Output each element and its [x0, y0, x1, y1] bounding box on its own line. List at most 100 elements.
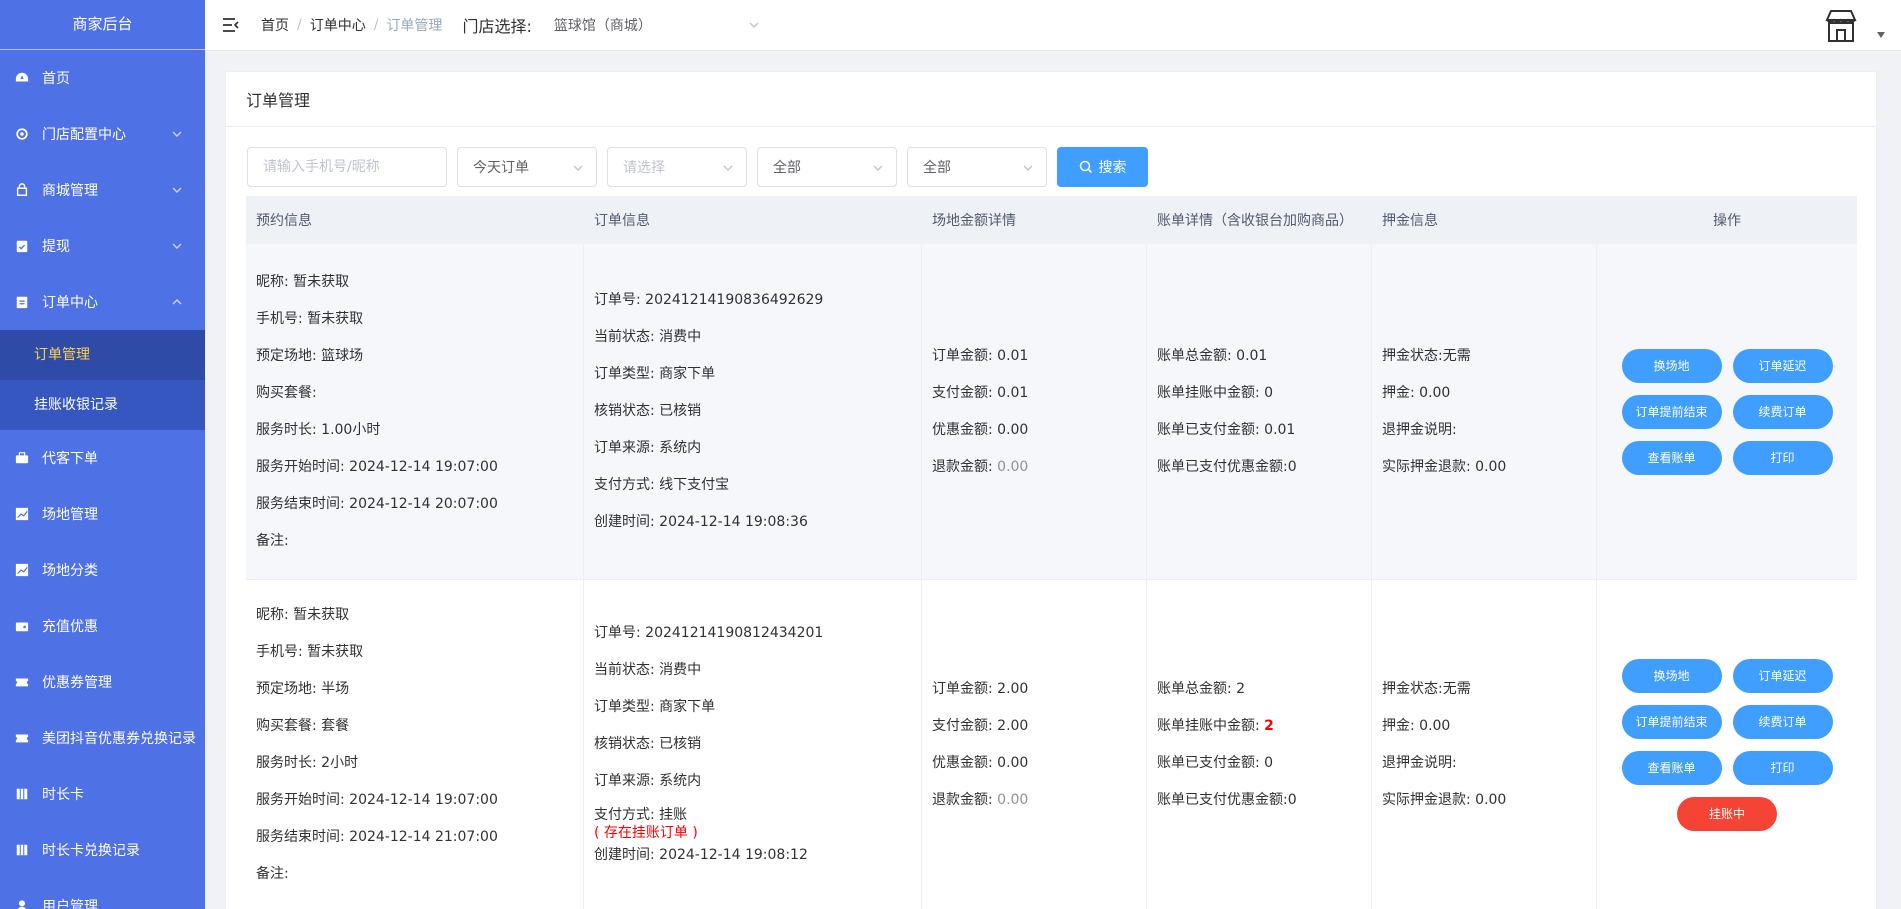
- actions-cell: 换场地 订单延迟 订单提前结束 续费订单 查看账单 打印 挂账中: [1597, 580, 1857, 909]
- discount-amount: 优惠金额: 0.00: [932, 421, 1029, 438]
- search-icon: [1079, 160, 1092, 174]
- shop-icon: [14, 182, 30, 198]
- refund-value: 0.00: [997, 791, 1029, 808]
- breadcrumb-order-center[interactable]: 订单中心: [310, 15, 366, 35]
- sidebar-item-label: 时长卡: [42, 787, 84, 803]
- card-icon: [14, 842, 30, 858]
- phone-nickname-input[interactable]: [247, 147, 447, 187]
- renew-order-button[interactable]: 续费订单: [1732, 704, 1833, 739]
- order-status: 当前状态: 消费中: [594, 662, 702, 678]
- store-select[interactable]: 篮球馆（商城）: [554, 10, 764, 40]
- option-select[interactable]: 请选择: [607, 147, 747, 187]
- order-source: 订单来源: 系统内: [594, 440, 702, 456]
- status-select-1-value: 全部: [773, 160, 801, 176]
- order-payment-method: 支付方式: 挂账 ( 存在挂账订单 ): [594, 800, 921, 841]
- sidebar-item-credit-records[interactable]: 挂账收银记录: [0, 380, 205, 430]
- sidebar-item-label: 优惠券管理: [42, 675, 112, 691]
- sidebar-item-withdraw[interactable]: 提现: [0, 218, 205, 274]
- refund-amount: 退款金额: 0.00: [932, 782, 1146, 819]
- card-icon: [14, 786, 30, 802]
- chevron-down-icon: [723, 165, 733, 171]
- sidebar-item-proxy-order[interactable]: 代客下单: [0, 430, 205, 486]
- chart-icon: [14, 562, 30, 578]
- booking-venue: 预定场地: 篮球场: [256, 347, 364, 364]
- action-buttons: 换场地 订单延迟 订单提前结束 续费订单 查看账单 打印: [1621, 348, 1833, 475]
- deposit-cell: 押金状态:无需 押金: 0.00 退押金说明: 实际押金退款: 0.00: [1372, 580, 1597, 909]
- order-info-cell: 订单号: 20241214190836492629 当前状态: 消费中 订单类型…: [584, 244, 922, 579]
- refund-value: 0.00: [997, 458, 1029, 475]
- breadcrumb-home[interactable]: 首页: [261, 15, 289, 35]
- order-number: 订单号: 20241214190812434201: [594, 625, 824, 641]
- caret-down-icon[interactable]: [1877, 32, 1885, 38]
- col-header-order: 订单信息: [594, 213, 650, 229]
- bill-pending: 账单挂账中金额: 0: [1157, 375, 1371, 412]
- sidebar-item-store-config[interactable]: 门店配置中心: [0, 106, 205, 162]
- chevron-down-icon: [873, 165, 883, 171]
- breadcrumb-separator: /: [297, 17, 302, 33]
- change-venue-button[interactable]: 换场地: [1621, 658, 1722, 693]
- status-select-2[interactable]: 全部: [907, 147, 1047, 187]
- renew-order-button[interactable]: 续费订单: [1732, 394, 1833, 429]
- delay-order-button[interactable]: 订单延迟: [1732, 348, 1833, 383]
- sidebar-item-coupon-exchange[interactable]: 美团抖音优惠券兑换记录: [0, 710, 205, 766]
- sidebar-item-users[interactable]: 用户管理: [0, 878, 205, 909]
- search-button[interactable]: 搜索: [1057, 147, 1148, 187]
- wallet-icon: [14, 618, 30, 634]
- bill-cell: 账单总金额: 0.01 账单挂账中金额: 0 账单已支付金额: 0.01 账单已…: [1147, 244, 1372, 579]
- order-amount: 订单金额: 2.00: [932, 680, 1029, 697]
- store-select-label: 门店选择:: [462, 17, 532, 36]
- sidebar-item-label: 充值优惠: [42, 619, 98, 635]
- chevron-up-icon: [172, 299, 182, 305]
- bill-paid: 账单已支付金额: 0.01: [1157, 421, 1296, 438]
- sidebar-item-home[interactable]: 首页: [0, 50, 205, 106]
- deposit-actual-refund: 实际押金退款: 0.00: [1382, 458, 1507, 475]
- end-order-early-button[interactable]: 订单提前结束: [1621, 704, 1722, 739]
- view-bill-button[interactable]: 查看账单: [1621, 440, 1722, 475]
- sidebar-item-label: 商城管理: [42, 183, 98, 199]
- table-row: 昵称: 暂未获取 手机号: 暂未获取 预定场地: 篮球场 购买套餐: 服务时长:…: [246, 244, 1857, 580]
- top-header: 首页 / 订单中心 / 订单管理 门店选择: 篮球馆（商城）: [205, 0, 1901, 51]
- sidebar-item-venue-management[interactable]: 场地管理: [0, 486, 205, 542]
- booking-phone: 手机号: 暂未获取: [256, 310, 364, 327]
- view-bill-button[interactable]: 查看账单: [1621, 750, 1722, 785]
- sidebar-item-coupons[interactable]: 优惠券管理: [0, 654, 205, 710]
- booking-duration: 服务时长: 1.00小时: [256, 421, 381, 438]
- deposit-refund-note: 退押金说明:: [1382, 421, 1457, 438]
- paid-amount: 支付金额: 2.00: [932, 717, 1029, 734]
- change-venue-button[interactable]: 换场地: [1621, 348, 1722, 383]
- ticket-icon: [14, 674, 30, 690]
- order-number: 订单号: 20241214190836492629: [594, 292, 824, 308]
- user-icon: [14, 898, 30, 909]
- order-source: 订单来源: 系统内: [594, 773, 702, 789]
- sidebar-item-mall[interactable]: 商城管理: [0, 162, 205, 218]
- sidebar-item-venue-category[interactable]: 场地分类: [0, 542, 205, 598]
- print-button[interactable]: 打印: [1732, 440, 1833, 475]
- filter-bar: 今天订单 请选择 全部 全部 搜索: [247, 147, 1148, 187]
- sidebar-item-recharge[interactable]: 充值优惠: [0, 598, 205, 654]
- bill-paid-discount: 账单已支付优惠金额:0: [1157, 791, 1297, 808]
- order-created-time: 创建时间: 2024-12-14 19:08:12: [594, 847, 808, 863]
- store-avatar-icon[interactable]: [1821, 6, 1861, 46]
- deposit-cell: 押金状态:无需 押金: 0.00 退押金说明: 实际押金退款: 0.00: [1372, 244, 1597, 579]
- order-status: 当前状态: 消费中: [594, 329, 702, 345]
- gear-icon: [14, 126, 30, 142]
- date-range-select[interactable]: 今天订单: [457, 147, 597, 187]
- on-credit-button[interactable]: 挂账中: [1677, 796, 1777, 831]
- sidebar-item-order-center[interactable]: 订单中心: [0, 274, 205, 330]
- sidebar-item-time-card-records[interactable]: 时长卡兑换记录: [0, 822, 205, 878]
- paid-amount: 支付金额: 0.01: [932, 384, 1029, 401]
- sidebar-item-label: 代客下单: [42, 451, 98, 467]
- sidebar-item-order-management[interactable]: 订单管理: [0, 330, 205, 380]
- print-button[interactable]: 打印: [1732, 750, 1833, 785]
- end-order-early-button[interactable]: 订单提前结束: [1621, 394, 1722, 429]
- sidebar-item-time-card[interactable]: 时长卡: [0, 766, 205, 822]
- booking-duration: 服务时长: 2小时: [256, 754, 359, 771]
- col-header-bill: 账单详情（含收银台加购商品）: [1157, 213, 1353, 229]
- bill-pending-label: 账单挂账中金额:: [1157, 717, 1265, 734]
- booking-venue: 预定场地: 半场: [256, 680, 350, 697]
- delay-order-button[interactable]: 订单延迟: [1732, 658, 1833, 693]
- sidebar-item-label: 用户管理: [42, 899, 98, 909]
- status-select-1[interactable]: 全部: [757, 147, 897, 187]
- search-button-label: 搜索: [1098, 160, 1127, 176]
- hamburger-icon[interactable]: [221, 15, 241, 35]
